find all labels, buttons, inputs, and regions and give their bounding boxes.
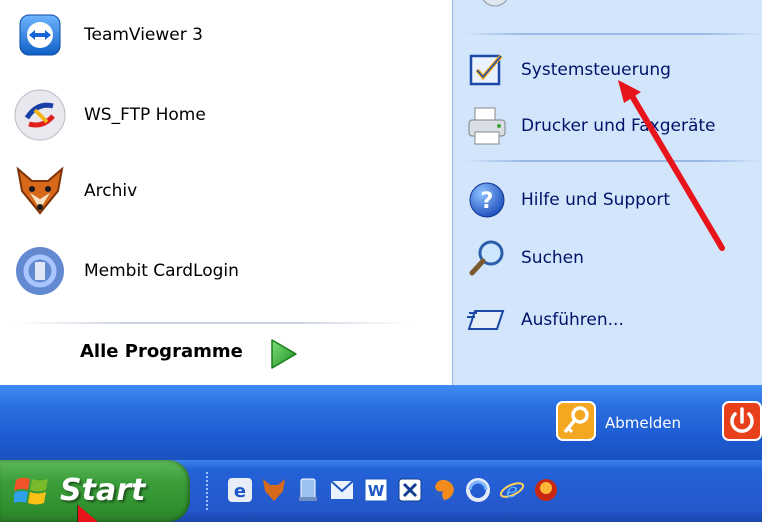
start-menu-programs-pane: TeamViewer 3 WS_FTP Home Archiv Membit C… bbox=[0, 0, 452, 385]
menu-item-label: Ausführen... bbox=[521, 310, 624, 330]
outlook-icon[interactable] bbox=[327, 475, 357, 505]
menu-item-systemsteuerung[interactable]: Systemsteuerung bbox=[463, 48, 759, 92]
membit-icon bbox=[8, 242, 72, 300]
logoff-button[interactable]: Abmelden bbox=[556, 401, 681, 445]
logoff-label: Abmelden bbox=[605, 414, 682, 432]
program-item-membit[interactable]: Membit CardLogin bbox=[8, 242, 428, 300]
separator bbox=[14, 322, 412, 324]
key-icon bbox=[556, 401, 596, 445]
menu-item-label: Systemsteuerung bbox=[521, 60, 671, 80]
media-icon[interactable] bbox=[531, 475, 561, 505]
shutdown-button[interactable] bbox=[722, 401, 762, 445]
menu-item-label: Suchen bbox=[521, 248, 584, 268]
program-item-archiv[interactable]: Archiv bbox=[8, 162, 428, 220]
menu-item-ausfuehren[interactable]: Ausführen... bbox=[463, 298, 759, 342]
menu-item-hilfe[interactable]: ? Hilfe und Support bbox=[463, 178, 759, 222]
word-icon[interactable]: W bbox=[361, 475, 391, 505]
ws-ftp-icon bbox=[8, 86, 72, 144]
program-item-ws-ftp[interactable]: WS_FTP Home bbox=[8, 86, 428, 144]
menu-item-label: Drucker und Faxgeräte bbox=[521, 116, 716, 136]
start-button[interactable]: Start bbox=[0, 460, 190, 522]
power-icon bbox=[722, 401, 762, 445]
svg-text:e: e bbox=[234, 481, 246, 502]
search-icon bbox=[463, 236, 511, 280]
svg-text:?: ? bbox=[481, 189, 494, 214]
windows-logo-icon bbox=[12, 474, 50, 512]
teamviewer-icon bbox=[8, 6, 72, 64]
fox-icon bbox=[8, 162, 72, 220]
control-panel-icon bbox=[463, 48, 511, 92]
program-label: TeamViewer 3 bbox=[84, 25, 203, 45]
sync-icon[interactable] bbox=[463, 475, 493, 505]
printer-icon bbox=[463, 104, 511, 148]
start-menu-footer: Abmelden bbox=[0, 385, 762, 460]
menu-item-label: Hilfe und Support bbox=[521, 190, 671, 210]
fox-icon[interactable] bbox=[259, 475, 289, 505]
start-label: Start bbox=[60, 473, 146, 508]
ie-e-icon[interactable]: e bbox=[225, 475, 255, 505]
svg-text:W: W bbox=[368, 482, 385, 500]
program-item-teamviewer[interactable]: TeamViewer 3 bbox=[8, 6, 428, 64]
firefox-icon[interactable] bbox=[429, 475, 459, 505]
app-icon[interactable] bbox=[395, 475, 425, 505]
start-menu-system-pane: Systemsteuerung Drucker und Faxgeräte ? … bbox=[452, 0, 762, 385]
taskbar: Start e W e bbox=[0, 460, 762, 522]
partial-top-icon bbox=[475, 0, 515, 18]
program-label: Archiv bbox=[84, 181, 138, 201]
menu-item-suchen[interactable]: Suchen bbox=[463, 236, 759, 280]
ie-icon[interactable]: e bbox=[497, 475, 527, 505]
quick-launch-separator bbox=[206, 472, 212, 510]
program-label: WS_FTP Home bbox=[84, 105, 206, 125]
run-icon bbox=[463, 298, 511, 342]
program-label: Membit CardLogin bbox=[84, 261, 239, 281]
all-programs-button[interactable]: Alle Programme bbox=[0, 322, 452, 382]
green-arrow-icon bbox=[268, 338, 298, 374]
all-programs-label: Alle Programme bbox=[80, 341, 243, 362]
separator bbox=[463, 33, 762, 35]
help-icon: ? bbox=[463, 178, 511, 222]
separator bbox=[463, 160, 762, 162]
svg-text:e: e bbox=[506, 478, 518, 502]
menu-item-drucker[interactable]: Drucker und Faxgeräte bbox=[463, 104, 759, 148]
desktop-icon[interactable] bbox=[293, 475, 323, 505]
